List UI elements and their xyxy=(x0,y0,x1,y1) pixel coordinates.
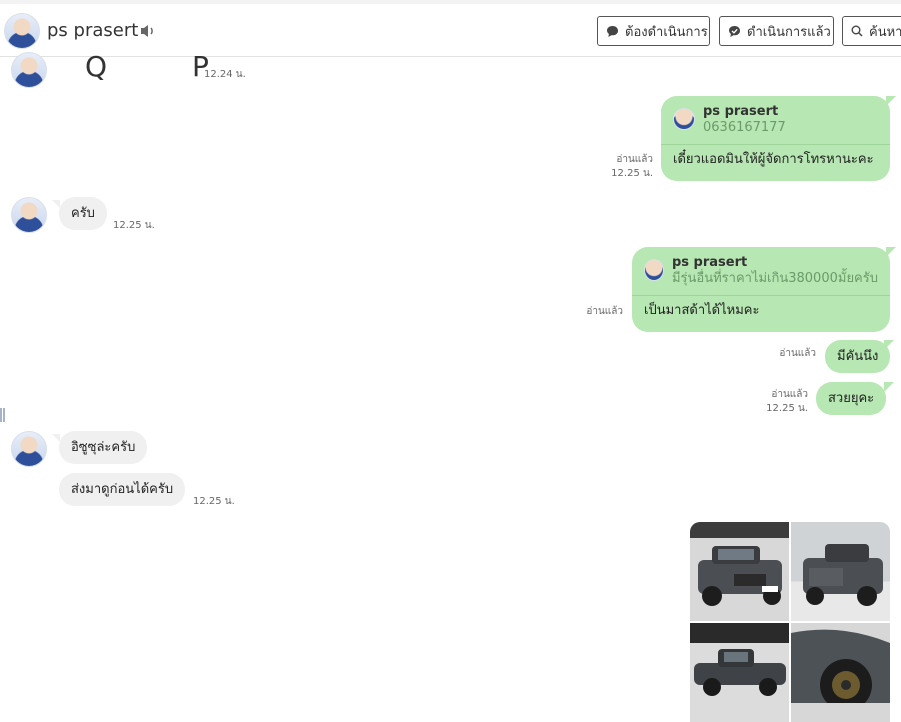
incoming-message[interactable]: ส่งมาดูก่อนได้ครับ xyxy=(59,473,186,506)
search-icon xyxy=(851,25,863,37)
done-button-label: ดำเนินการแล้ว xyxy=(747,24,831,40)
car-photo-wheel[interactable] xyxy=(791,623,890,722)
quoted-text: มีรุ่นอื่นที่ราคาไม่เกิน380000มั้ยครับ xyxy=(671,271,878,286)
message-time: 12.24 น. xyxy=(204,69,246,80)
message-time: 12.25 น. xyxy=(113,220,155,231)
quoted-message[interactable]: ps prasert 0636167177 xyxy=(661,96,890,145)
car-photo-rear[interactable] xyxy=(791,522,890,621)
scroll-handle[interactable] xyxy=(0,408,5,422)
sender-avatar[interactable] xyxy=(11,52,47,88)
read-status: อ่านแล้ว xyxy=(586,306,623,317)
quoted-sender: ps prasert xyxy=(703,104,779,119)
incoming-message[interactable]: ครับ xyxy=(59,197,107,230)
outgoing-message[interactable]: มีคันนึง xyxy=(825,340,891,373)
chat-check-icon xyxy=(729,25,740,37)
quoted-message[interactable]: ps prasert มีรุ่นอื่นที่ราคาไม่เกิน38000… xyxy=(632,247,890,296)
pending-button[interactable]: ต้องดำเนินการ xyxy=(597,16,710,46)
done-button[interactable]: ดำเนินการแล้ว xyxy=(719,16,834,46)
pending-button-label: ต้องดำเนินการ xyxy=(625,24,708,40)
contact-name[interactable]: ps prasert xyxy=(47,20,138,41)
pickup-truck-rear-image xyxy=(803,544,883,606)
image-gallery-message[interactable] xyxy=(690,522,891,722)
outgoing-reply-message[interactable]: ps prasert 0636167177 เดี๋ยวแอดมินให้ผู้… xyxy=(661,96,890,181)
read-status: อ่านแล้ว 12.25 น. xyxy=(611,154,653,179)
quoted-sender: ps prasert xyxy=(671,255,748,270)
bubble-tail xyxy=(886,247,896,257)
contact-avatar[interactable] xyxy=(4,13,40,49)
message-time: 12.25 น. xyxy=(193,496,235,507)
bubble-tail xyxy=(884,382,894,392)
quoted-avatar xyxy=(673,108,695,130)
message-text: เดี๋ยวแอดมินให้ผู้จัดการโทรหานะคะ xyxy=(673,152,874,167)
chat-bubble-icon xyxy=(607,25,618,37)
incoming-message[interactable]: อิซูซุล่ะครับ xyxy=(59,431,148,464)
car-photo-side[interactable] xyxy=(690,623,789,722)
search-button[interactable]: ค้นหา xyxy=(842,16,901,46)
read-status: อ่านแล้ว xyxy=(779,348,816,359)
quoted-avatar xyxy=(644,259,664,281)
outgoing-message[interactable]: สวยยุคะ xyxy=(816,382,887,415)
bubble-tail xyxy=(884,340,894,350)
search-button-label: ค้นหา xyxy=(869,24,901,40)
message-text: เป็นมาสด้าได้ไหมคะ xyxy=(644,303,760,318)
bubble-tail xyxy=(886,96,896,106)
speaker-icon[interactable] xyxy=(140,24,156,38)
read-status: อ่านแล้ว 12.25 น. xyxy=(766,389,808,414)
car-photo-front[interactable] xyxy=(690,522,789,621)
pickup-truck-side-image xyxy=(694,649,786,696)
outgoing-reply-message[interactable]: ps prasert มีรุ่นอื่นที่ราคาไม่เกิน38000… xyxy=(632,247,890,332)
quoted-text: 0636167177 xyxy=(703,120,786,135)
bubble-tail xyxy=(52,434,60,442)
pickup-truck-wheel-image xyxy=(791,629,890,711)
sender-avatar[interactable] xyxy=(11,197,47,233)
pickup-truck-front-image xyxy=(698,546,782,606)
bubble-tail xyxy=(52,200,60,208)
sender-avatar[interactable] xyxy=(11,431,47,467)
